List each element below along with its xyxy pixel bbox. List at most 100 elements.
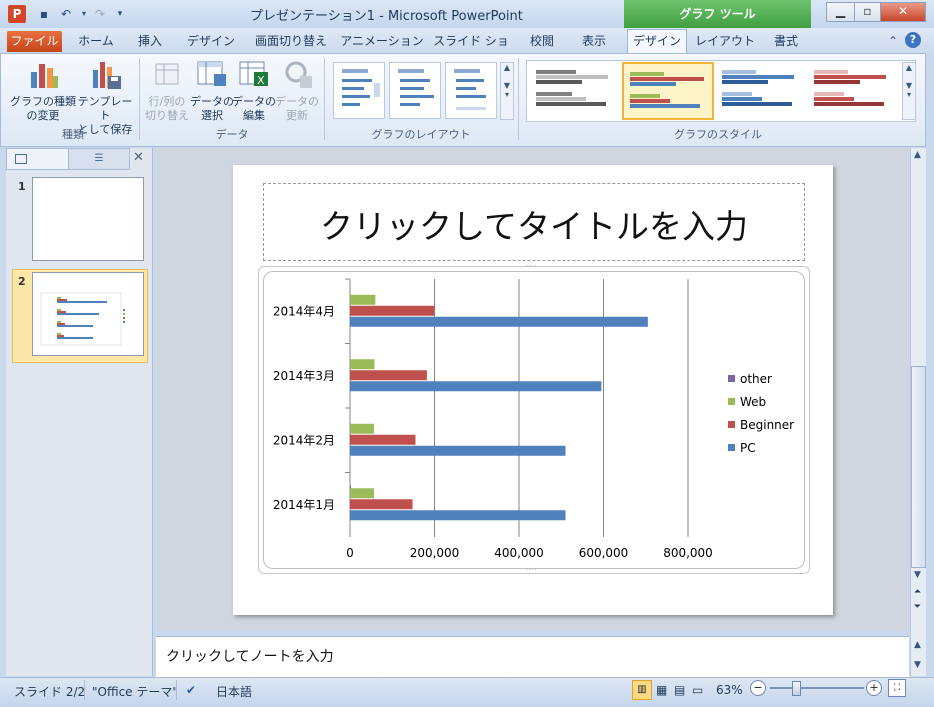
tab-transitions[interactable]: 画面切り替え xyxy=(248,30,334,52)
notes-scroll-up-icon[interactable]: ▲ xyxy=(912,640,923,650)
select-data-button[interactable]: データの 選択 xyxy=(190,95,234,123)
minimize-ribbon-icon[interactable]: ⌃ xyxy=(888,34,898,48)
ribbon-separator xyxy=(518,58,519,140)
fit-to-window-icon[interactable]: ⛶ xyxy=(888,679,906,697)
style-gallery-scroll[interactable]: ▲ ▼ ▾ xyxy=(902,62,916,120)
edit-data-button[interactable]: データの 編集 xyxy=(232,95,276,123)
tab-view[interactable]: 表示 xyxy=(572,30,616,52)
refresh-data-icon xyxy=(285,61,312,88)
switch-row-column-icon xyxy=(155,63,179,85)
chart-style-1-thumbnail[interactable] xyxy=(530,62,618,116)
refresh-data-button[interactable]: データの 更新 xyxy=(274,95,320,123)
scroll-up-icon[interactable]: ▲ xyxy=(912,150,923,160)
category-label: 2014年4月 xyxy=(273,304,335,318)
redo-icon[interactable]: ↷ xyxy=(92,6,108,22)
tab-slides[interactable] xyxy=(6,148,70,170)
chart-type-icon xyxy=(31,64,58,88)
switch-row-column-button[interactable]: 行/列の 切り替え xyxy=(142,95,192,123)
chart-style-2-thumbnail-selected[interactable] xyxy=(622,62,714,120)
category-label: 2014年2月 xyxy=(273,433,335,447)
layout-gallery-scroll[interactable]: ▲ ▼ ▾ xyxy=(500,62,514,120)
close-button[interactable]: ✕ xyxy=(880,2,926,22)
tab-design[interactable]: デザイン xyxy=(182,30,240,52)
bar-web xyxy=(350,359,375,370)
reading-view-icon[interactable]: ▤ xyxy=(674,683,685,697)
spellcheck-icon[interactable]: ✔ xyxy=(186,683,196,697)
resize-handle-top[interactable]: ···· xyxy=(526,263,538,270)
bar-other xyxy=(350,485,351,489)
tab-home[interactable]: ホーム xyxy=(72,30,120,52)
slide-sorter-icon[interactable]: ▦ xyxy=(656,683,667,697)
chart-tools-context-group: グラフ ツール xyxy=(624,0,811,28)
bar-chart[interactable]: 0 200,000 400,000 600,000 800,000 2014年1月 2014… xyxy=(263,271,803,567)
zoom-slider-track[interactable] xyxy=(770,687,864,689)
chart-style-4-thumbnail[interactable] xyxy=(808,62,896,116)
save-icon[interactable]: ▪ xyxy=(36,6,52,22)
zoom-slider-thumb[interactable] xyxy=(792,681,801,696)
change-chart-type-label-1: グラフの種類 xyxy=(10,95,76,108)
tab-slideshow[interactable]: スライド ショー xyxy=(430,30,512,70)
scroll-down-icon[interactable]: ▼ xyxy=(912,570,923,580)
save-as-template-label-1: テンプレート xyxy=(77,95,133,122)
ribbon-separator xyxy=(139,58,140,140)
switch-row-column-label-2: 切り替え xyxy=(145,109,189,122)
tab-file[interactable]: ファイル xyxy=(7,31,62,52)
zoom-out-icon[interactable]: − xyxy=(750,680,766,696)
slide-indicator: スライド 2/2 xyxy=(14,685,86,699)
change-chart-type-button[interactable]: グラフの種類 の変更 xyxy=(10,95,76,123)
chart-layout-3-thumbnail[interactable] xyxy=(445,62,497,119)
status-separator xyxy=(84,680,85,700)
help-icon[interactable]: ? xyxy=(905,32,921,48)
legend-swatch xyxy=(728,398,735,405)
slide-number: 1 xyxy=(18,180,26,193)
slideshow-view-icon[interactable]: ▭ xyxy=(692,683,703,697)
tab-outline[interactable]: ☰ xyxy=(68,148,130,170)
undo-dropdown-icon[interactable]: ▾ xyxy=(76,6,92,22)
select-data-icon xyxy=(197,61,226,86)
bar-web xyxy=(350,488,375,499)
tab-chart-layout[interactable]: レイアウト xyxy=(692,30,758,52)
bar-beginner xyxy=(350,499,413,510)
save-template-icon xyxy=(93,62,121,89)
chart-layout-2-thumbnail[interactable] xyxy=(389,62,441,119)
scrollbar-thumb[interactable] xyxy=(911,366,926,568)
bar-beginner xyxy=(350,434,416,445)
tab-chart-format[interactable]: 書式 xyxy=(764,30,808,52)
edit-data-label-2: 編集 xyxy=(243,109,265,122)
close-pane-icon[interactable]: ✕ xyxy=(133,150,144,165)
slide-number: 2 xyxy=(18,275,26,288)
select-data-label-2: 選択 xyxy=(201,109,223,122)
previous-slide-icon[interactable]: ⏶ xyxy=(912,587,923,597)
slide-thumbnail-1[interactable] xyxy=(32,177,144,261)
legend-label: other xyxy=(740,372,772,386)
bar-pc xyxy=(350,381,602,392)
tab-review[interactable]: 校閲 xyxy=(520,30,564,52)
refresh-data-label-1: データの xyxy=(275,95,319,108)
tab-animations[interactable]: アニメーション xyxy=(340,30,424,52)
notes-scroll-down-icon[interactable]: ▼ xyxy=(912,660,923,670)
tab-insert[interactable]: 挿入 xyxy=(128,30,172,52)
bar-beginner xyxy=(350,305,435,316)
x-tick-label: 600,000 xyxy=(579,546,629,560)
chart-style-3-thumbnail[interactable] xyxy=(716,62,804,116)
legend-label: PC xyxy=(740,441,756,455)
window-title: プレゼンテーション1 - Microsoft PowerPoint xyxy=(250,9,523,24)
next-slide-icon[interactable]: ⏷ xyxy=(912,602,923,612)
normal-view-icon[interactable]: ▥ xyxy=(632,680,652,700)
language-indicator[interactable]: 日本語 xyxy=(216,683,252,700)
slide-thumbnail-2-chart-preview xyxy=(40,292,125,346)
zoom-level[interactable]: 63% xyxy=(716,683,743,697)
edit-data-label-1: データの xyxy=(232,95,276,108)
edit-data-icon: X xyxy=(239,61,268,87)
bar-pc xyxy=(350,445,566,456)
chart-layout-1-thumbnail[interactable] xyxy=(333,62,385,119)
tab-chart-design[interactable]: デザイン xyxy=(627,29,687,54)
powerpoint-app-icon[interactable]: P xyxy=(8,5,26,23)
maximize-button[interactable]: ▫ xyxy=(854,2,881,22)
minimize-button[interactable]: ▁ xyxy=(826,2,855,22)
group-label-type: 種類 xyxy=(62,128,84,141)
undo-icon[interactable]: ↶ xyxy=(58,6,74,22)
zoom-in-icon[interactable]: + xyxy=(866,680,882,696)
slide-thumbnail-2[interactable] xyxy=(32,272,144,356)
customize-qat-icon[interactable]: ▾ xyxy=(112,6,128,22)
